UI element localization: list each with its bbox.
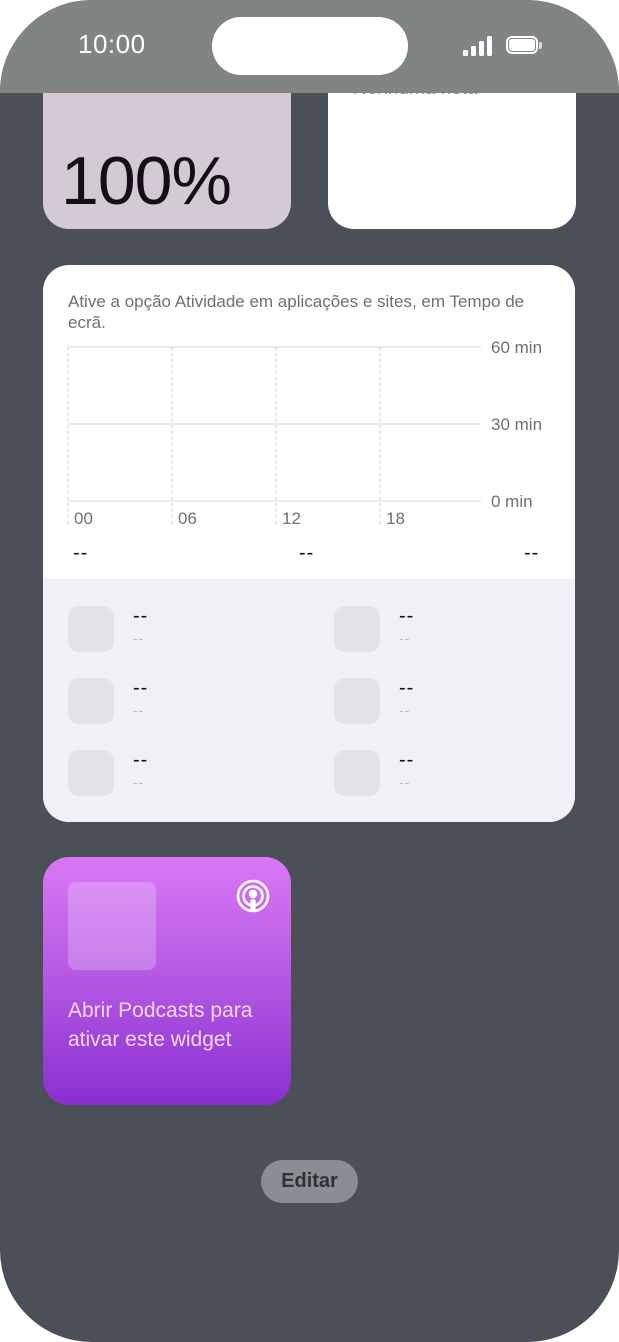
app-icon-placeholder [68,678,114,724]
podcasts-widget[interactable]: Abrir Podcasts para ativar este widget [43,857,291,1105]
app-name: -- [133,605,149,627]
app-icon-placeholder [68,606,114,652]
cellular-signal-icon [463,36,495,56]
y-tick-label: 60 min [491,338,542,357]
app-usage-item[interactable]: -- -- [334,677,564,724]
total-value: -- [73,542,89,564]
status-time: 10:00 [78,29,146,59]
status-bar: 10:00 [0,0,619,93]
podcast-artwork-placeholder [68,882,156,970]
app-time: -- [399,774,411,790]
app-name: -- [399,605,415,627]
app-usage-item[interactable]: -- -- [68,677,298,724]
battery-icon [506,36,542,56]
x-tick-label: 00 [74,509,93,528]
usage-totals: -- -- -- [43,542,575,568]
home-screen: 100% Nenhuma nota Ative a opção Atividad… [0,0,619,1342]
app-icon-placeholder [334,750,380,796]
battery-percentage: 100% [61,143,232,219]
app-usage-item[interactable]: -- -- [334,605,564,652]
app-name: -- [133,749,149,771]
dynamic-island [212,17,408,75]
podcasts-message: Abrir Podcasts para ativar este widget [68,999,253,1051]
app-time: -- [133,702,145,718]
screen-time-widget[interactable]: Ative a opção Atividade em aplicações e … [43,265,575,822]
edit-button[interactable]: Editar [261,1160,358,1203]
app-time: -- [399,702,411,718]
app-usage-list: -- -- -- -- -- -- -- -- -- -- -- -- [43,579,575,822]
app-icon-placeholder [68,750,114,796]
app-name: -- [399,677,415,699]
app-time: -- [133,774,145,790]
y-tick-label: 0 min [491,492,533,511]
y-tick-label: 30 min [491,415,542,434]
app-time: -- [133,630,145,646]
app-usage-item[interactable]: -- -- [68,605,298,652]
x-tick-label: 12 [282,509,301,528]
app-name: -- [133,677,149,699]
app-icon-placeholder [334,606,380,652]
podcasts-icon [236,879,270,913]
app-usage-item[interactable]: -- -- [334,749,564,796]
x-tick-label: 18 [386,509,405,528]
app-icon-placeholder [334,678,380,724]
app-time: -- [399,630,411,646]
app-name: -- [399,749,415,771]
screen-time-chart: 60 min 30 min 0 min 00 06 12 18 [67,338,542,528]
total-value: -- [299,542,315,564]
app-usage-item[interactable]: -- -- [68,749,298,796]
total-value: -- [524,542,540,564]
x-tick-label: 06 [178,509,197,528]
